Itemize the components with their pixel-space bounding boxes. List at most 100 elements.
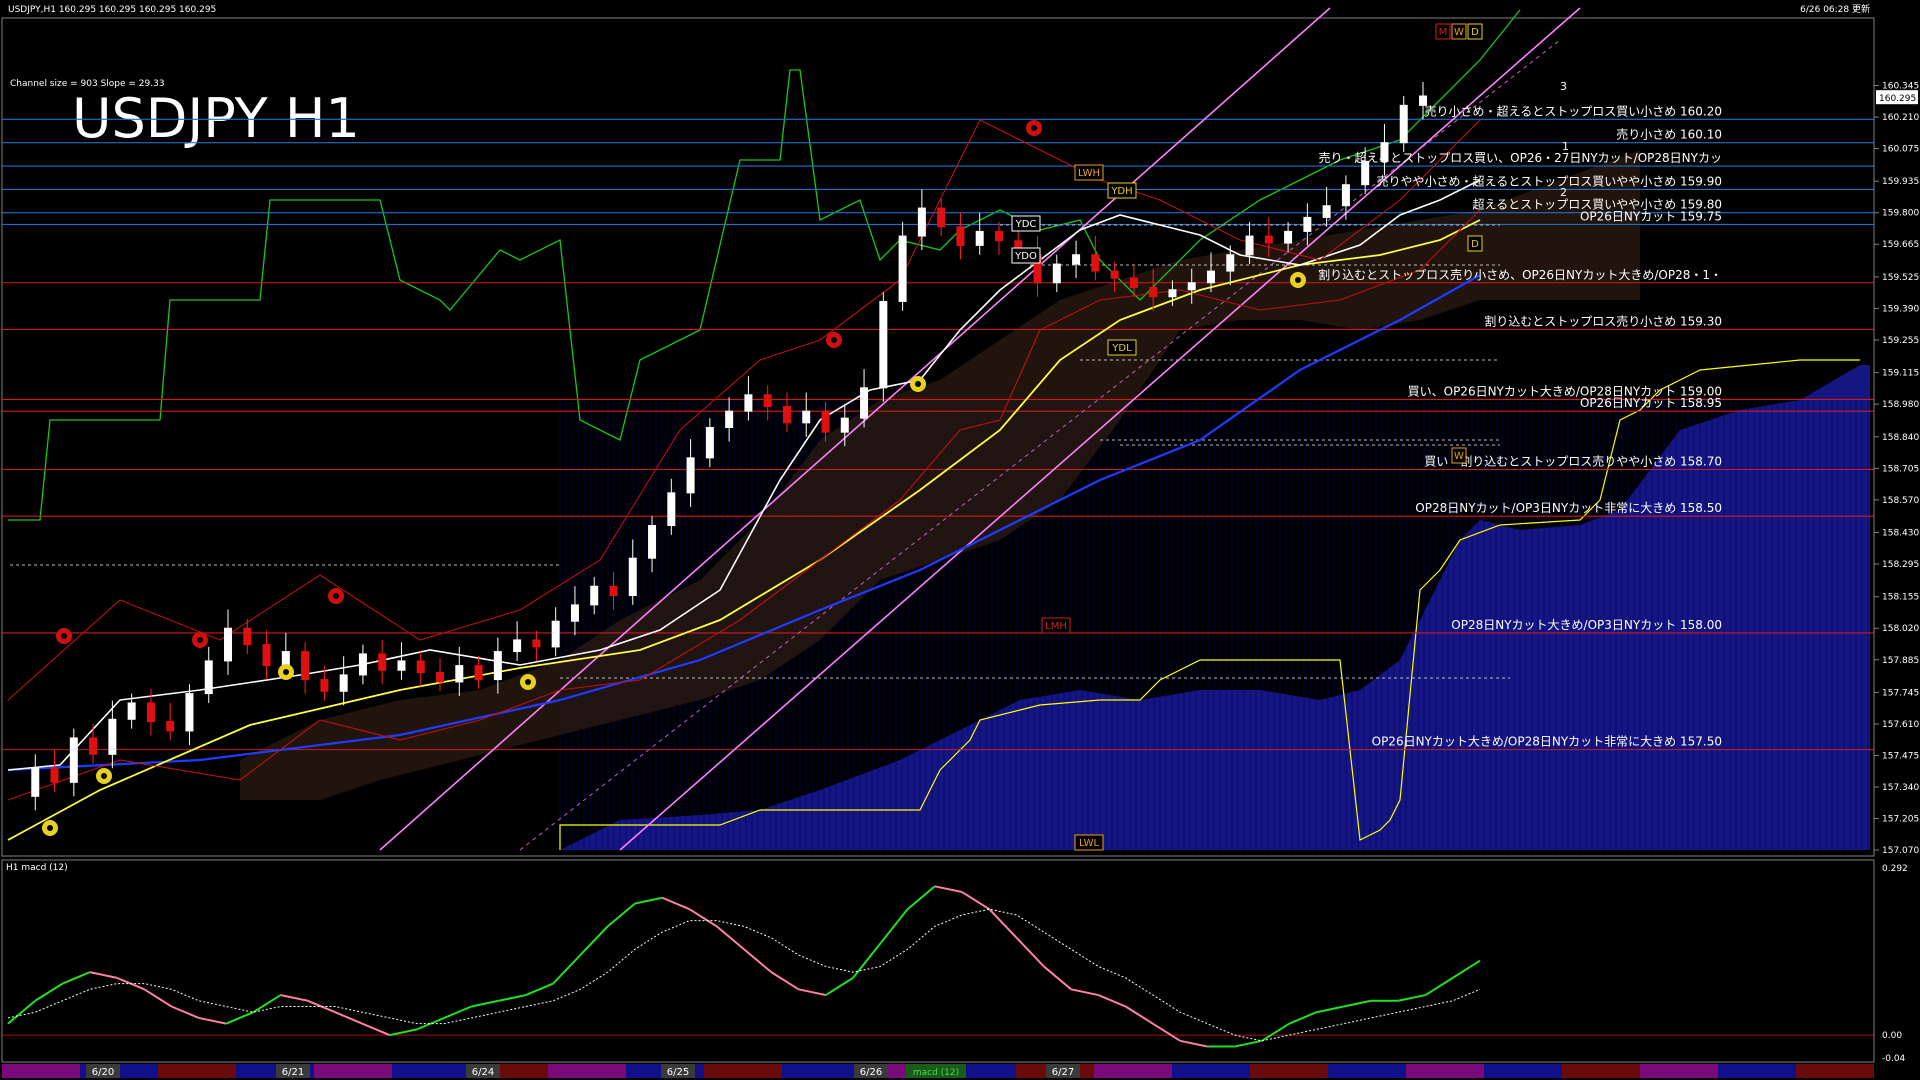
candle-body [301,651,310,681]
w-small-marker-text: W [1454,451,1464,462]
price-tick-label: 159.665 [1882,240,1919,250]
price-level-label: 売り・超えるとストップロス買い、OP26・27日NYカット/OP28日NYカッ [1319,150,1722,165]
price-tick-label: 158.430 [1882,529,1919,539]
update-time: 6/26 06:28 更新 [1800,3,1870,15]
candle-body [686,457,695,494]
date-bar-segment [1250,1064,1328,1078]
candle-body [474,665,483,681]
date-label: 6/25 [667,1067,689,1078]
macd-main-segment [198,1016,227,1025]
macd-main-segment [798,988,826,997]
channel-index-3: 3 [1560,80,1567,93]
macd-main-segment [89,971,118,979]
macd-main-segment [1015,937,1045,968]
d-mid-marker-text: D [1471,239,1479,250]
forex-chart[interactable]: USDJPY,H1 160.295 160.295 160.295 160.29… [0,0,1920,1080]
candle-body [1303,216,1312,232]
candle-body [1264,235,1273,244]
price-tick-label: 159.800 [1882,209,1919,219]
date-bar-segment [1640,1064,1718,1078]
candle-body [1322,205,1331,218]
candle-body [744,394,753,412]
macd-main-segment [361,1022,391,1037]
date-bar-segment [1328,1064,1406,1078]
date-bar-segment [704,1064,782,1078]
candle-body [224,627,233,662]
ydh-marker: YDH [1107,182,1137,199]
macd-main-segment [1179,1039,1208,1048]
price-tick-label: 158.980 [1882,400,1919,410]
candle-body [609,585,618,597]
macd-main-segment [661,896,690,911]
macd-frame [1,859,1875,1063]
candle-body [493,651,502,681]
price-level-label: OP26日NYカット 159.75 [1580,209,1722,223]
candle-body [455,665,464,683]
price-axis: 160.345 160.210 160.075 159.935 159.800 159.6… [1873,18,1919,856]
lmh-marker-text: LMH [1045,621,1067,632]
candle-body [513,639,522,653]
fractal-marker-hole [47,825,53,831]
macd-main-segment [443,1005,472,1019]
ydo-marker: YDO [1011,247,1041,264]
macd-main-segment [552,954,582,985]
price-level-label: OP28日NYカット/OP3日NYカット非常に大きめ 158.50 [1415,501,1722,515]
candle-body [320,679,329,692]
fractal-marker-hole [197,637,203,643]
candle-body [1284,230,1293,244]
w-marker: W [1451,23,1467,40]
lwh-marker-text: LWH [1078,168,1100,179]
date-bar-segment [1718,1064,1796,1078]
macd-signal-line [7,908,1481,1042]
macd-main-segment [62,971,91,985]
price-level-label: OP26日NYカット 158.95 [1580,396,1722,410]
candle-body [262,644,271,667]
candle-body [50,767,59,783]
macd-main-segment [825,977,854,996]
macd-main-segment [852,942,882,979]
date-bar-segment [158,1064,236,1078]
current-price-label: 160.295 [1879,94,1916,104]
candle-body [146,702,155,723]
ydh-marker-text: YDH [1110,186,1132,197]
candle-body [1168,289,1177,298]
price-tick-label: 157.070 [1882,846,1919,856]
d-top-marker: D [1467,23,1483,40]
macd-main-segment [1097,994,1127,1008]
candle-body [1206,270,1215,284]
candle-body [108,718,117,755]
candle-body [243,627,252,646]
symbol-info: USDJPY,H1 160.295 160.295 160.295 160.29… [8,5,216,15]
candle-body [1245,235,1254,256]
macd-main-segment [634,896,663,905]
macd-main-segment [770,971,800,991]
channel-index-2: 2 [1560,186,1567,199]
candle-body [821,410,830,433]
price-tick-label: 159.255 [1882,336,1919,346]
price-level-label: 割り込むとストップロス売り小さめ 159.30 [1484,313,1722,328]
price-tick-label: 158.155 [1882,593,1919,603]
candle-body [1129,277,1138,288]
macd-main-segment [743,948,772,973]
date-label: 6/24 [472,1067,494,1078]
macd-main-segment [498,994,527,1002]
price-tick-label: 159.390 [1882,304,1919,314]
macd-panel: 0.292 0.00 -0.04 [2,860,1908,1064]
candle-body [763,394,772,407]
price-tick-label: 159.935 [1882,177,1919,187]
macd-main-segment [1070,988,1099,997]
macd-main-segment [389,1028,418,1037]
price-level-label: 買い・割り込むとストップロス売りやや小さめ 158.70 [1424,454,1722,469]
candle-body [879,300,888,389]
macd-main-segment [607,902,636,928]
macd-status-text: macd (12) [913,1068,959,1078]
fractal-marker-hole [915,381,921,387]
candle-body [628,557,637,597]
lwh-marker: LWH [1074,164,1104,181]
macd-main-segment [579,925,609,956]
macd-main-segment [471,999,499,1008]
candle-body [1187,282,1196,291]
macd-main-segment [525,982,554,996]
price-level-label: OP28日NYカット大きめ/OP3日NYカット 158.00 [1451,618,1722,632]
price-level-label: 売り小さめ 160.10 [1616,127,1722,142]
